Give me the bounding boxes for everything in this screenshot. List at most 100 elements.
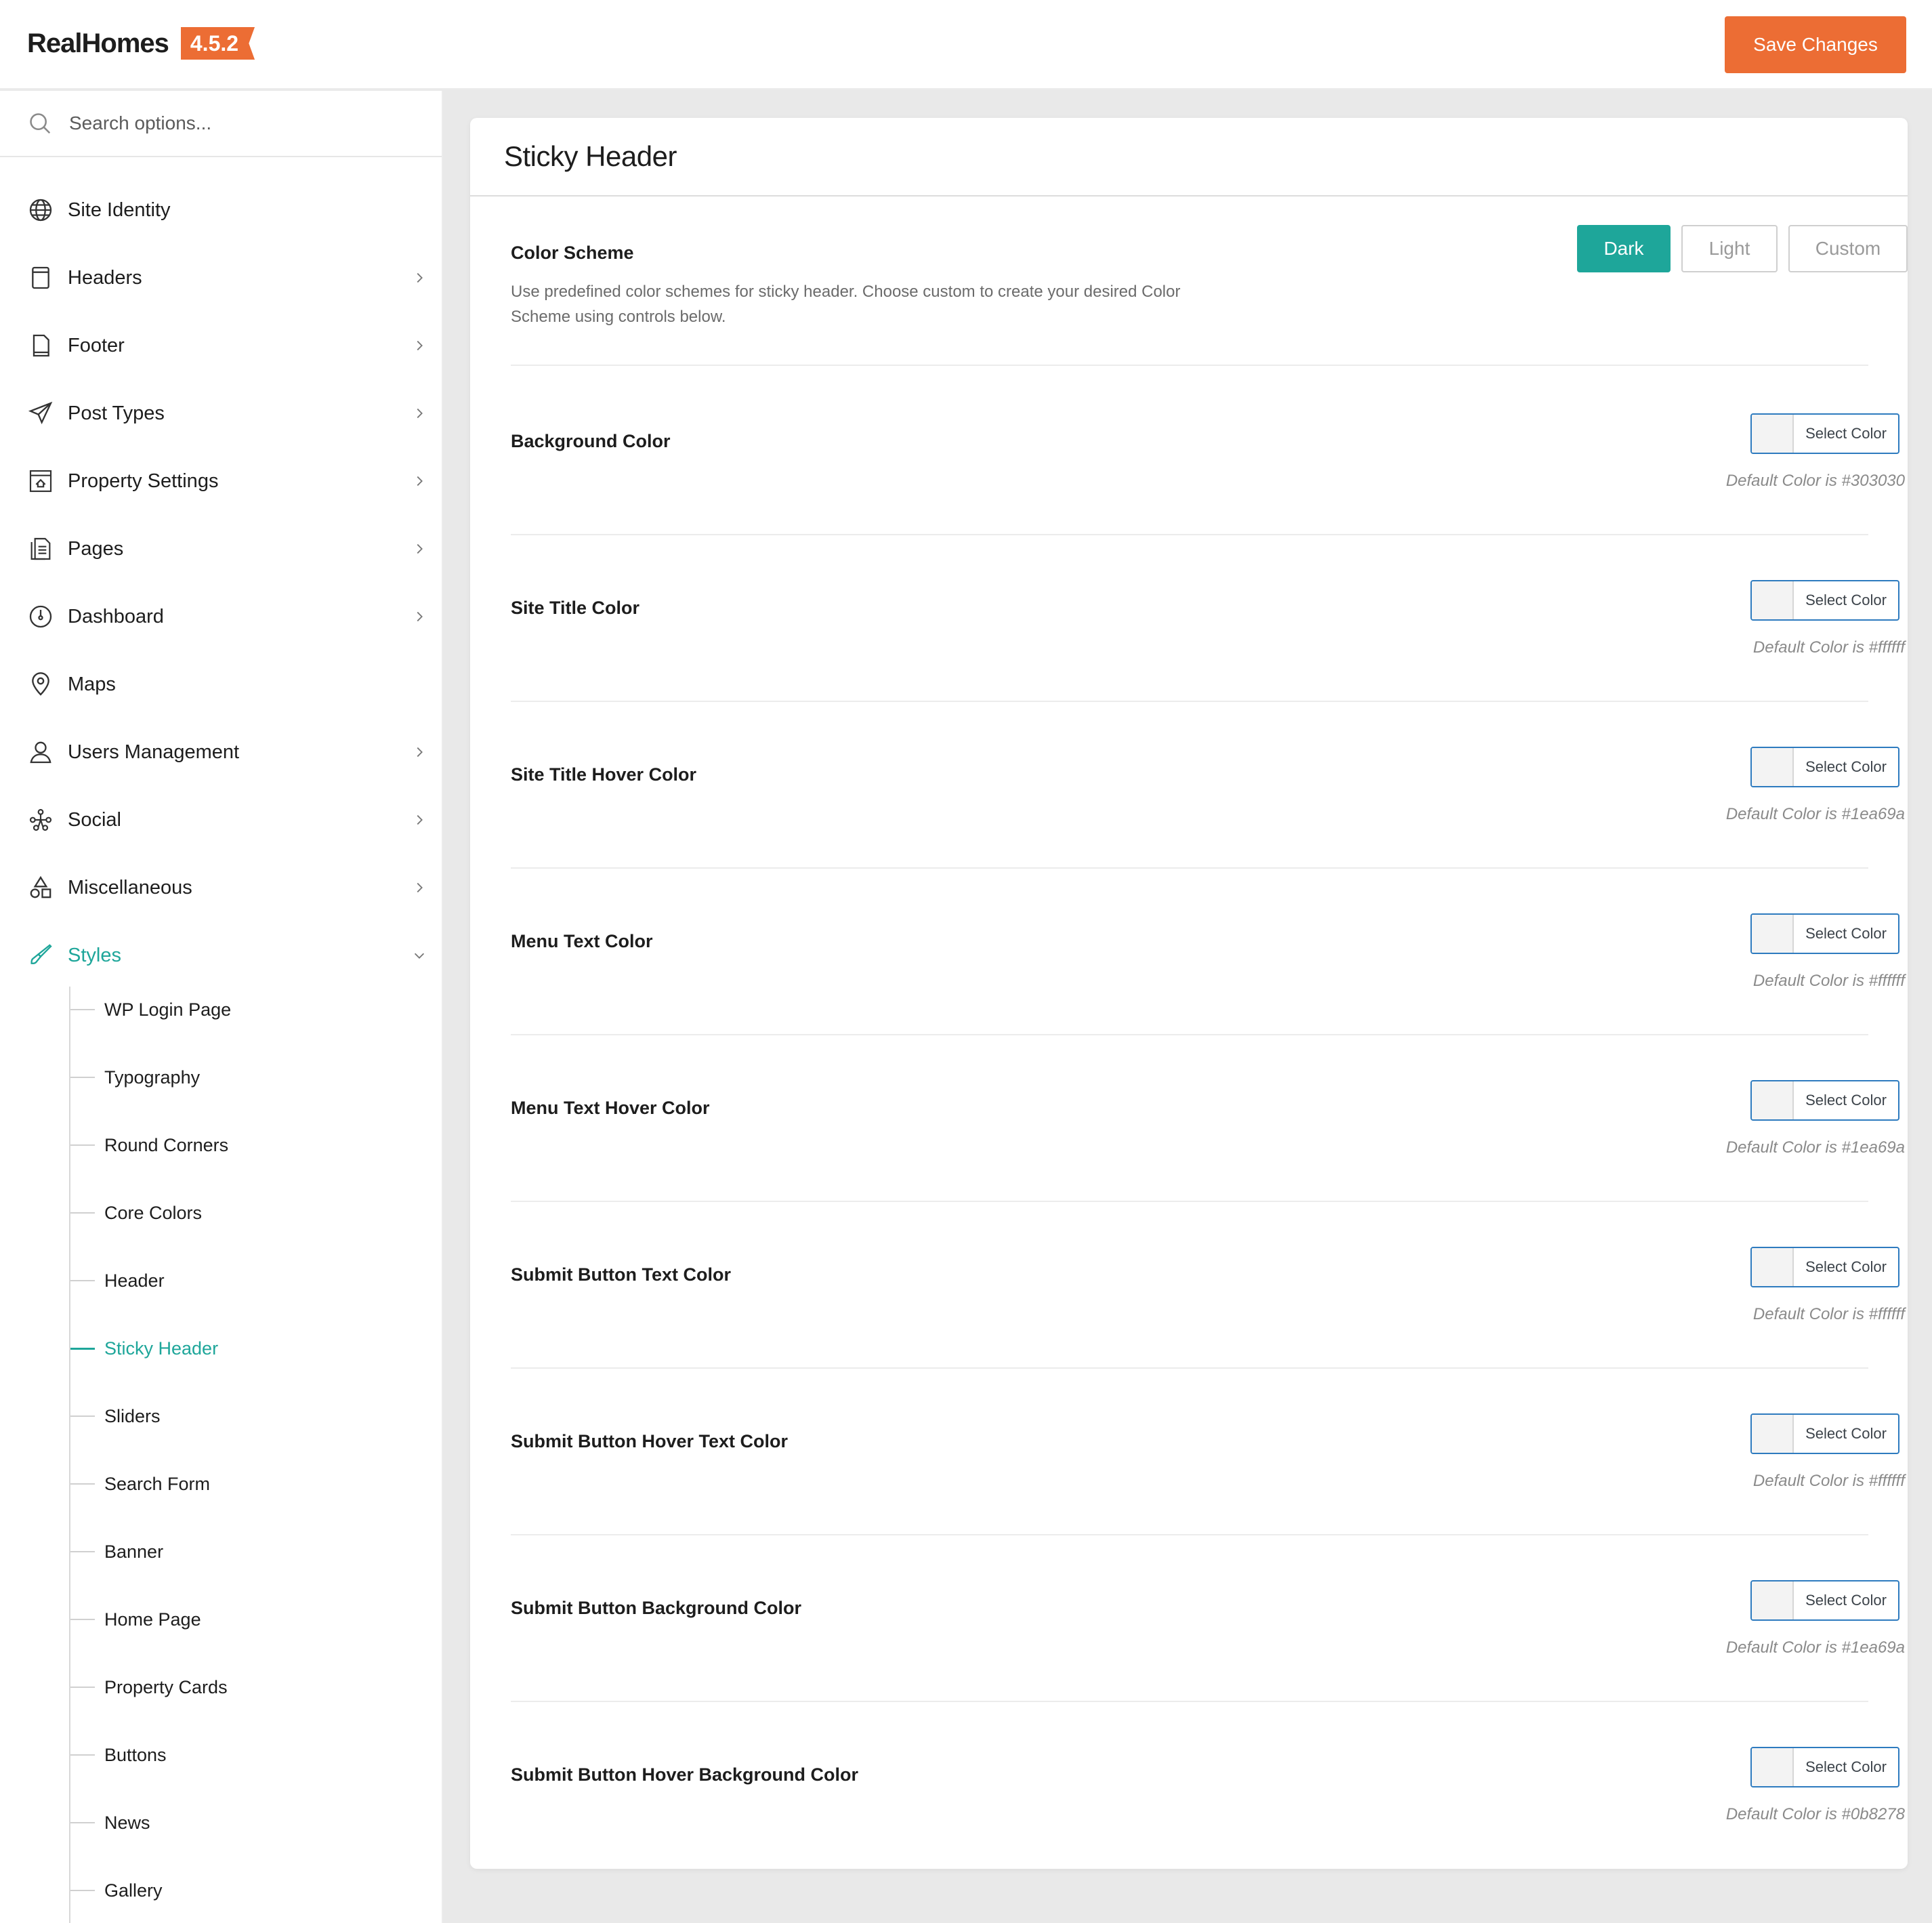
sidebar-item-label: Maps — [68, 673, 116, 695]
color-field-row: Background Color Select Color Default Co… — [511, 369, 1905, 535]
default-color-note: Default Color is #303030 — [1725, 472, 1905, 490]
sidebar-item-miscellaneous[interactable]: Miscellaneous — [0, 854, 443, 922]
submenu-item-wp-login-page[interactable]: WP Login Page — [70, 983, 443, 1037]
sidebar-item-maps[interactable]: Maps — [0, 650, 443, 718]
submenu-dash — [70, 1009, 95, 1010]
default-color-note: Default Color is #ffffff — [1752, 972, 1905, 990]
sidebar-item-styles[interactable]: Styles — [0, 922, 443, 989]
color-swatch — [1752, 581, 1794, 619]
color-field-label: Submit Button Hover Text Color — [511, 1431, 788, 1451]
scheme-option-light[interactable]: Light — [1681, 225, 1778, 272]
select-color-button[interactable]: Select Color — [1750, 1413, 1899, 1454]
color-field-label: Menu Text Hover Color — [511, 1098, 710, 1118]
color-field-label: Site Title Hover Color — [511, 764, 697, 785]
color-scheme-description: Use predefined color schemes for sticky … — [511, 283, 1181, 326]
version-badge: 4.5.2 — [180, 27, 255, 60]
color-field-label: Menu Text Color — [511, 931, 653, 951]
panel-header: Sticky Header — [470, 118, 1908, 197]
search-bar — [0, 91, 442, 157]
select-color-button[interactable]: Select Color — [1750, 747, 1899, 787]
page-title: Sticky Header — [504, 140, 677, 172]
brush-icon — [26, 940, 56, 970]
social-network-icon — [26, 805, 56, 835]
sidebar-item-label: Pages — [68, 537, 124, 560]
submenu-item-home-page[interactable]: Home Page — [70, 1592, 443, 1647]
select-color-label: Select Color — [1805, 1592, 1887, 1609]
select-color-button[interactable]: Select Color — [1750, 1080, 1899, 1121]
chevron-right-icon — [417, 340, 423, 351]
select-color-button[interactable]: Select Color — [1750, 913, 1899, 954]
pages-icon — [26, 534, 56, 564]
sidebar-item-label: Site Identity — [68, 199, 171, 221]
sidebar-item-property-settings[interactable]: Property Settings — [0, 447, 443, 515]
sidebar-item-post-types[interactable]: Post Types — [0, 379, 443, 447]
submenu-item-sticky-header[interactable]: Sticky Header — [70, 1321, 443, 1376]
submenu-item-search-form[interactable]: Search Form — [70, 1457, 443, 1511]
submenu-dash — [70, 1415, 95, 1417]
select-color-button[interactable]: Select Color — [1750, 580, 1899, 621]
color-swatch — [1752, 1415, 1794, 1453]
sidebar-item-dashboard[interactable]: Dashboard — [0, 583, 443, 650]
submenu-item-round-corners[interactable]: Round Corners — [70, 1118, 443, 1172]
sidebar-item-site-identity[interactable]: Site Identity — [0, 176, 443, 244]
submenu-item-property-cards[interactable]: Property Cards — [70, 1660, 443, 1714]
submenu-item-typography[interactable]: Typography — [70, 1050, 443, 1104]
submenu-dash — [70, 1551, 95, 1552]
scheme-option-custom[interactable]: Custom — [1788, 225, 1908, 272]
search-icon — [30, 113, 51, 134]
color-swatch — [1752, 1748, 1794, 1786]
chevron-right-icon — [417, 814, 423, 825]
select-color-button[interactable]: Select Color — [1750, 1747, 1899, 1787]
color-field-row: Site Title Hover Color Select Color Defa… — [511, 702, 1905, 869]
chevron-right-icon — [417, 543, 423, 554]
submenu-item-sliders[interactable]: Sliders — [70, 1389, 443, 1443]
color-field-label: Submit Button Text Color — [511, 1264, 731, 1285]
sidebar-item-label: Miscellaneous — [68, 876, 192, 898]
chevron-right-icon — [417, 882, 423, 893]
select-color-label: Select Color — [1805, 1092, 1887, 1109]
sidebar-item-pages[interactable]: Pages — [0, 515, 443, 583]
submenu-item-label: Search Form — [104, 1473, 211, 1494]
sidebar-item-label: Property Settings — [68, 470, 219, 492]
select-color-button[interactable]: Select Color — [1750, 413, 1899, 454]
sidebar-item-label: Headers — [68, 266, 142, 289]
sidebar-item-footer[interactable]: Footer — [0, 312, 443, 379]
submenu-item-gallery[interactable]: Gallery — [70, 1863, 443, 1918]
sidebar-item-social[interactable]: Social — [0, 786, 443, 854]
sidebar-item-label: Dashboard — [68, 605, 164, 627]
submenu-item-label: Round Corners — [104, 1134, 229, 1155]
select-color-button[interactable]: Select Color — [1750, 1247, 1899, 1287]
submenu-item-news[interactable]: News — [70, 1796, 443, 1850]
submenu-item-buttons[interactable]: Buttons — [70, 1728, 443, 1782]
property-window-icon — [26, 466, 56, 496]
select-color-button[interactable]: Select Color — [1750, 1580, 1899, 1621]
color-field-row: Submit Button Background Color Select Co… — [511, 1535, 1905, 1702]
sidebar-item-label: Styles — [68, 944, 121, 966]
save-changes-button[interactable]: Save Changes — [1725, 16, 1906, 73]
chevron-down-icon — [414, 953, 425, 959]
brand: RealHomes 4.5.2 — [27, 27, 255, 60]
submenu-item-banner[interactable]: Banner — [70, 1525, 443, 1579]
submenu-dash — [70, 1077, 95, 1078]
scheme-option-dark[interactable]: Dark — [1577, 225, 1671, 272]
submenu-item-core-colors[interactable]: Core Colors — [70, 1186, 443, 1240]
default-color-note: Default Color is #1ea69a — [1725, 1138, 1905, 1157]
color-field-label: Submit Button Hover Background Color — [511, 1764, 858, 1785]
chevron-right-icon — [417, 272, 423, 283]
color-scheme-label: Color Scheme — [511, 243, 634, 263]
select-color-label: Select Color — [1805, 1425, 1887, 1442]
search-input[interactable] — [69, 112, 421, 134]
sidebar-item-users-management[interactable]: Users Management — [0, 718, 443, 786]
submenu-dash — [70, 1212, 95, 1214]
submenu-dash — [70, 1890, 95, 1891]
sidebar-item-headers[interactable]: Headers — [0, 244, 443, 312]
submenu-item-header[interactable]: Header — [70, 1254, 443, 1308]
default-color-note: Default Color is #0b8278 — [1725, 1805, 1905, 1823]
color-field-row: Submit Button Hover Text Color Select Co… — [511, 1369, 1905, 1535]
submenu-dash — [70, 1822, 95, 1823]
sidebar-item-label: Footer — [68, 334, 125, 356]
default-color-note: Default Color is #ffffff — [1752, 1305, 1905, 1323]
color-scheme-row: Color Scheme Use predefined color scheme… — [511, 225, 1908, 366]
submenu-item-label: Sticky Header — [104, 1338, 219, 1359]
top-bar: RealHomes 4.5.2 Save Changes — [0, 0, 1932, 89]
